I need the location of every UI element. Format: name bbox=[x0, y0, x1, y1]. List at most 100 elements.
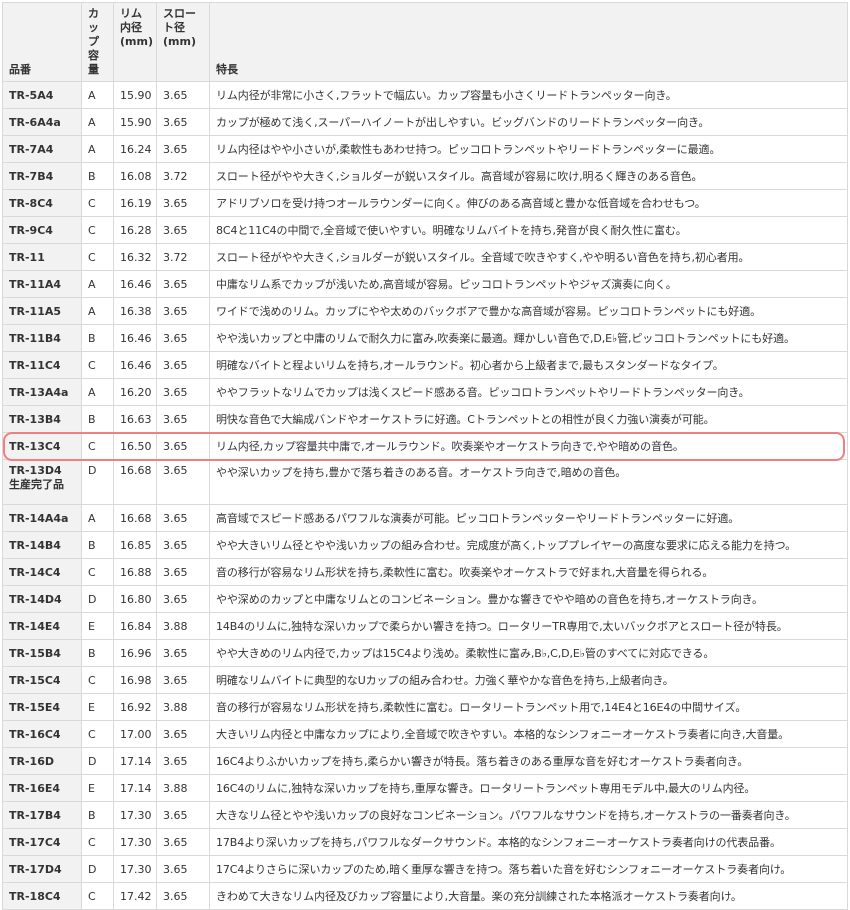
discontinued-note: 生産完了品 bbox=[9, 478, 64, 491]
table-row: TR-11B4 B 16.46 3.65 やや浅いカップと中庸のリムで耐久力に富み,吹奏… bbox=[2, 324, 848, 352]
header-throat-line1: スロート径 bbox=[163, 7, 196, 34]
cell-model: TR-5A4 bbox=[2, 81, 82, 109]
cell-throat-diameter: 3.65 bbox=[156, 585, 210, 613]
cell-throat-diameter: 3.88 bbox=[156, 693, 210, 721]
cell-cup-volume: A bbox=[81, 81, 114, 109]
table-row: TR-11C4 C 16.46 3.65 明確なバイトと程よいリムを持ち,オールラウンド… bbox=[2, 351, 848, 379]
table-row: TR-7B4 B 16.08 3.72 スロート径がやや大きく,ショルダーが鋭いスタイル… bbox=[2, 162, 848, 190]
header-throat-diameter: スロート径 (mm) bbox=[156, 2, 210, 82]
cell-throat-diameter: 3.65 bbox=[156, 666, 210, 694]
cell-model: TR-15C4 bbox=[2, 666, 82, 694]
cell-features: やや深いカップを持ち,豊かで落ち着きのある音。オーケストラ向きで,暗めの音色。 bbox=[209, 459, 848, 505]
table-row: TR-11 C 16.32 3.72 スロート径がやや大きく,ショルダーが鋭いスタイル。… bbox=[2, 243, 848, 271]
cell-model: TR-7A4 bbox=[2, 135, 82, 163]
cell-cup-volume: C bbox=[81, 882, 114, 910]
cell-rim-diameter: 16.50 bbox=[113, 432, 157, 460]
header-features: 特長 bbox=[209, 2, 848, 82]
cell-cup-volume: A bbox=[81, 108, 114, 136]
cell-model: TR-17B4 bbox=[2, 801, 82, 829]
cell-features: 大きなリム径とやや浅いカップの良好なコンビネーション。パワフルなサウンドを持ち,… bbox=[209, 801, 848, 829]
cell-cup-volume: E bbox=[81, 693, 114, 721]
cell-model: TR-17D4 bbox=[2, 855, 82, 883]
cell-features: 14B4のリムに,独特な深いカップで柔らかい響きを持つ。ロータリーTR専用で,太… bbox=[209, 612, 848, 640]
cell-cup-volume: C bbox=[81, 351, 114, 379]
cell-features: 17B4より深いカップを持ち,パワフルなダークサウンド。本格的なシンフォニーオー… bbox=[209, 828, 848, 856]
table-header: 品番 カップ 容量 リム内径 (mm) スロート径 (mm) 特長 bbox=[2, 2, 848, 82]
cell-cup-volume: B bbox=[81, 531, 114, 559]
model-number: TR-13D4 bbox=[9, 464, 62, 477]
cell-rim-diameter: 16.46 bbox=[113, 324, 157, 352]
cell-features: ワイドで浅めのリム。カップにやや太めのバックボアで豊かな高音域が容易。ピッコロト… bbox=[209, 297, 848, 325]
cell-throat-diameter: 3.65 bbox=[156, 747, 210, 775]
cell-features: 16C4よりふかいカップを持ち,柔らかい響きが特長。落ち着きのある重厚な音を好む… bbox=[209, 747, 848, 775]
cell-model: TR-17C4 bbox=[2, 828, 82, 856]
header-cup-line1: カップ bbox=[88, 7, 99, 48]
table-row: TR-11A5 A 16.38 3.65 ワイドで浅めのリム。カップにやや太めのバックボ… bbox=[2, 297, 848, 325]
cell-cup-volume: D bbox=[81, 747, 114, 775]
cell-rim-diameter: 16.08 bbox=[113, 162, 157, 190]
cell-features: スロート径がやや大きく,ショルダーが鋭いスタイル。高音域が容易に吹け,明るく輝き… bbox=[209, 162, 848, 190]
table-row: TR-17B4 B 17.30 3.65 大きなリム径とやや浅いカップの良好なコンビネー… bbox=[2, 801, 848, 829]
table-row: TR-16D D 17.14 3.65 16C4よりふかいカップを持ち,柔らかい響きが特… bbox=[2, 747, 848, 775]
header-cup-volume: カップ 容量 bbox=[81, 2, 114, 82]
cell-throat-diameter: 3.65 bbox=[156, 135, 210, 163]
table-row: TR-17C4 C 17.30 3.65 17B4より深いカップを持ち,パワフルなダーク… bbox=[2, 828, 848, 856]
cell-throat-diameter: 3.65 bbox=[156, 459, 210, 505]
cell-cup-volume: B bbox=[81, 162, 114, 190]
cell-cup-volume: E bbox=[81, 774, 114, 802]
cell-rim-diameter: 17.30 bbox=[113, 828, 157, 856]
cell-features: スロート径がやや大きく,ショルダーが鋭いスタイル。全音域で吹きやすく,やや明るい… bbox=[209, 243, 848, 271]
cell-model: TR-8C4 bbox=[2, 189, 82, 217]
cell-cup-volume: B bbox=[81, 801, 114, 829]
table-row: TR-7A4 A 16.24 3.65 リム内径はやや小さいが,柔軟性もあわせ持つ。ピッ… bbox=[2, 135, 848, 163]
cell-rim-diameter: 16.96 bbox=[113, 639, 157, 667]
cell-features: ややフラットなリムでカップは浅くスピード感ある音。ピッコロトランペットやリードト… bbox=[209, 378, 848, 406]
cell-rim-diameter: 16.19 bbox=[113, 189, 157, 217]
cell-rim-diameter: 16.28 bbox=[113, 216, 157, 244]
table-row: TR-16C4 C 17.00 3.65 大きいリム内径と中庸なカップにより,全音域で吹… bbox=[2, 720, 848, 748]
cell-features: 高音域でスピード感あるパワフルな演奏が可能。ピッコロトランペッターやリードトラン… bbox=[209, 504, 848, 532]
cell-model: TR-16C4 bbox=[2, 720, 82, 748]
header-model: 品番 bbox=[2, 2, 82, 82]
cell-cup-volume: B bbox=[81, 324, 114, 352]
cell-model: TR-13C4 bbox=[2, 432, 82, 460]
cell-rim-diameter: 16.68 bbox=[113, 459, 157, 505]
table-row: TR-9C4 C 16.28 3.65 8C4と11C4の中間で,全音域で使いやすい。明… bbox=[2, 216, 848, 244]
cell-throat-diameter: 3.65 bbox=[156, 531, 210, 559]
cell-throat-diameter: 3.72 bbox=[156, 243, 210, 271]
cell-model: TR-16D bbox=[2, 747, 82, 775]
cell-rim-diameter: 16.46 bbox=[113, 351, 157, 379]
cell-cup-volume: E bbox=[81, 612, 114, 640]
cell-cup-volume: C bbox=[81, 558, 114, 586]
cell-cup-volume: C bbox=[81, 432, 114, 460]
table-row: TR-11A4 A 16.46 3.65 中庸なリム系でカップが浅いため,高音域が容易。… bbox=[2, 270, 848, 298]
cell-model: TR-15E4 bbox=[2, 693, 82, 721]
cell-features: リム内径,カップ容量共中庸で,オールラウンド。吹奏楽やオーケストラ向きで,やや暗… bbox=[209, 432, 848, 460]
cell-cup-volume: A bbox=[81, 297, 114, 325]
cell-features: 明確なリムバイトに典型的なUカップの組み合わせ。力強く華やかな音色を持ち,上級者… bbox=[209, 666, 848, 694]
table-row: TR-15C4 C 16.98 3.65 明確なリムバイトに典型的なUカップの組み合わせ… bbox=[2, 666, 848, 694]
table-row: TR-14C4 C 16.88 3.65 音の移行が容易なリム形状を持ち,柔軟性に富む。… bbox=[2, 558, 848, 586]
cell-model: TR-15B4 bbox=[2, 639, 82, 667]
cell-features: やや浅いカップと中庸のリムで耐久力に富み,吹奏楽に最適。輝かしい音色で,D,E♭… bbox=[209, 324, 848, 352]
cell-rim-diameter: 17.42 bbox=[113, 882, 157, 910]
cell-throat-diameter: 3.65 bbox=[156, 720, 210, 748]
cell-cup-volume: D bbox=[81, 459, 114, 505]
cell-model: TR-6A4a bbox=[2, 108, 82, 136]
cell-throat-diameter: 3.65 bbox=[156, 108, 210, 136]
cell-model: TR-14C4 bbox=[2, 558, 82, 586]
cell-rim-diameter: 16.84 bbox=[113, 612, 157, 640]
cell-features: リム内径はやや小さいが,柔軟性もあわせ持つ。ピッコロトランペットやリードトランペ… bbox=[209, 135, 848, 163]
cell-cup-volume: D bbox=[81, 585, 114, 613]
cell-cup-volume: A bbox=[81, 135, 114, 163]
table-row: TR-6A4a A 15.90 3.65 カップが極めて浅く,スーパーハイノートが出しや… bbox=[2, 108, 848, 136]
cell-cup-volume: D bbox=[81, 855, 114, 883]
table-row: TR-13C4 C 16.50 3.65 リム内径,カップ容量共中庸で,オールラウンド。… bbox=[2, 432, 848, 460]
header-rim-line2: (mm) bbox=[120, 35, 153, 48]
cell-model: TR-11C4 bbox=[2, 351, 82, 379]
cell-cup-volume: B bbox=[81, 405, 114, 433]
cell-model: TR-14B4 bbox=[2, 531, 82, 559]
cell-throat-diameter: 3.88 bbox=[156, 612, 210, 640]
table-row: TR-16E4 E 17.14 3.88 16C4のリムに,独特な深いカップを持ち,重厚… bbox=[2, 774, 848, 802]
cell-throat-diameter: 3.88 bbox=[156, 774, 210, 802]
